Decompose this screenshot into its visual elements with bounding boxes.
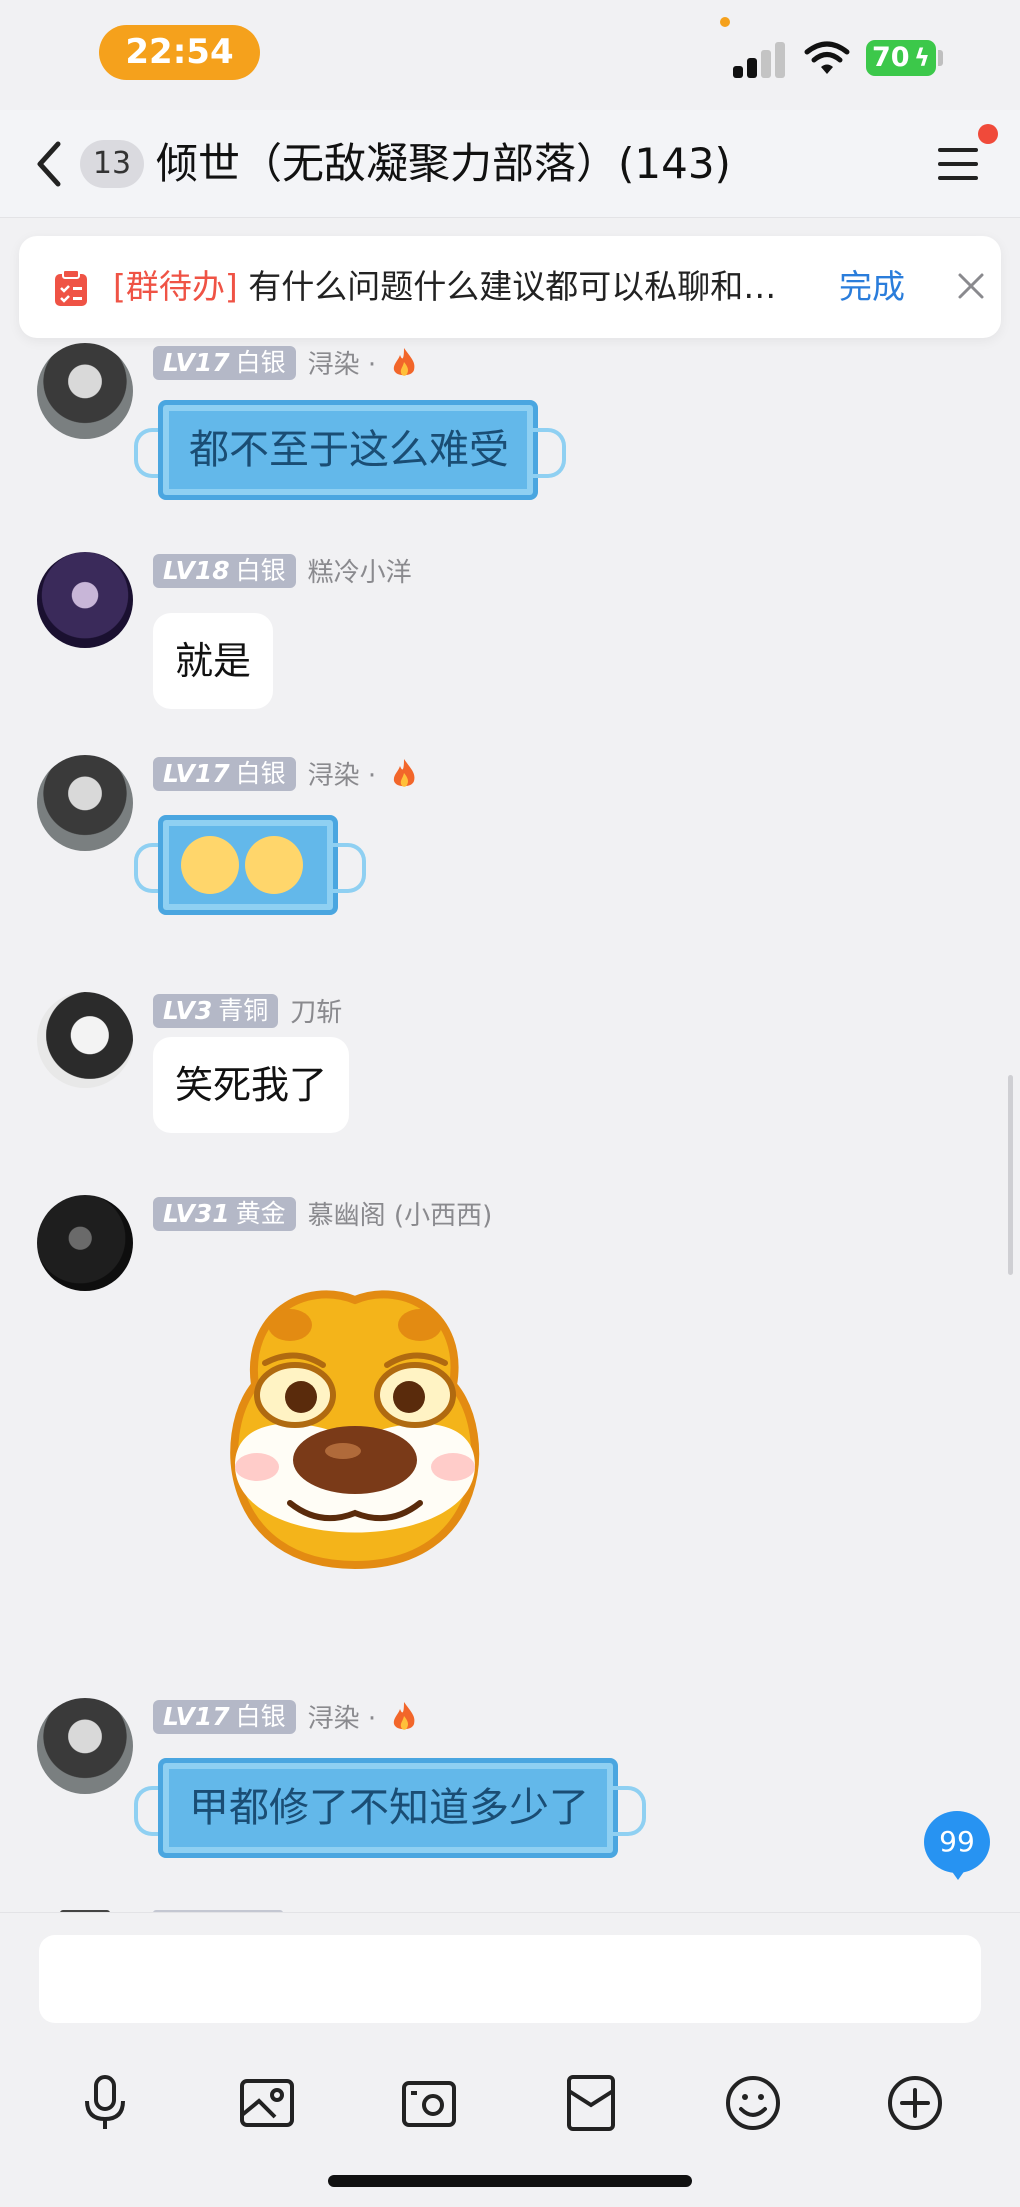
sender-name[interactable]: 浔染 · [308, 755, 377, 792]
home-indicator[interactable] [328, 2175, 692, 2187]
sender-name[interactable]: 刀斩 [290, 992, 342, 1029]
battery-icon: 70 ϟ [866, 40, 936, 76]
scrollbar[interactable] [1008, 1075, 1013, 1275]
new-messages-badge[interactable]: 99 [924, 1811, 990, 1873]
level-badge: LV3 青铜 [153, 993, 279, 1028]
mask-strap-right [530, 428, 566, 478]
message-list[interactable]: LV17 白银 浔染 · 都不至于这么难受 LV18 白银 糕冷小洋 就是 LV17 白银… [0, 340, 1020, 1912]
mask-strap-right [610, 1786, 646, 1836]
sender-name[interactable]: 浔染 · [308, 344, 377, 381]
message-meta: LV17 白银 浔染 · [153, 1698, 419, 1734]
level-badge: LV17 白银 [153, 1699, 296, 1734]
message-bubble-mask[interactable]: 都不至于这么难受 [134, 400, 566, 508]
red-packet-icon[interactable] [561, 2073, 621, 2133]
message-item: LV3 青铜 刀斩 笑死我了 [0, 992, 1020, 1172]
sender-name[interactable]: 慕幽阁 (小西西) [308, 1195, 493, 1232]
close-icon[interactable] [957, 272, 985, 300]
back-icon[interactable] [30, 138, 70, 190]
sender-name[interactable]: 浔染 · [308, 1698, 377, 1735]
camera-icon[interactable] [399, 2073, 459, 2133]
notice-tag: [群待办] [113, 267, 238, 306]
message-item: LV17 白银 浔染 · 都不至于这么难受 [0, 340, 1020, 520]
avatar[interactable] [37, 1698, 133, 1794]
message-item: LV31 黄金 慕幽阁 (小西西) [0, 1195, 1020, 1635]
cellular-signal-icon [733, 42, 788, 78]
privacy-indicator-dot [720, 17, 730, 27]
fire-icon [394, 758, 415, 787]
message-meta: LV3 青铜 刀斩 [153, 992, 342, 1028]
avatar[interactable] [37, 552, 133, 648]
notice-body: 有什么问题什么建议都可以私聊和… [248, 267, 777, 306]
avatar[interactable] [37, 992, 133, 1088]
mask-strap-right [330, 843, 366, 893]
level-badge: LV18 白银 [153, 553, 296, 588]
wifi-icon [804, 41, 850, 74]
message-input[interactable] [39, 1935, 981, 2023]
status-time: 22:54 [99, 25, 260, 80]
message-emoji-content [158, 815, 338, 915]
message-text[interactable]: 笑死我了 [153, 1037, 350, 1133]
group-todo-banner[interactable]: [群待办] 有什么问题什么建议都可以私聊和… 完成 [19, 236, 1001, 338]
emoji-icon[interactable] [723, 2073, 783, 2133]
message-text[interactable]: 就是 [153, 613, 274, 709]
level-badge: LV17 白银 [153, 756, 296, 791]
message-item: LV17 白银 浔染 · [0, 755, 1020, 935]
message-bubble-mask[interactable]: 甲都修了不知道多少了 [134, 1758, 646, 1866]
plus-icon[interactable] [885, 2073, 945, 2133]
todo-icon [55, 269, 87, 306]
composer-toolbar [0, 2073, 1020, 2153]
notice-text: [群待办] 有什么问题什么建议都可以私聊和… [113, 262, 813, 312]
message-text: 甲都修了不知道多少了 [158, 1758, 618, 1858]
avatar[interactable] [37, 343, 133, 439]
avatar[interactable] [37, 755, 133, 851]
composer [0, 1912, 1020, 2207]
message-text: 都不至于这么难受 [158, 400, 538, 500]
image-icon[interactable] [237, 2073, 297, 2133]
new-messages-badge-tail [948, 1866, 968, 1880]
message-meta: LV17 白银 浔染 · [153, 755, 419, 791]
sender-name[interactable]: 糕冷小洋 [308, 552, 412, 589]
chat-header: 13 倾世（无敌凝聚力部落）(143) [0, 110, 1020, 218]
message-bubble-mask[interactable] [134, 815, 366, 923]
level-badge: LV17 白银 [153, 345, 296, 380]
crying-emoji-icon [245, 836, 303, 894]
notice-done-button[interactable]: 完成 [839, 262, 905, 312]
dog-sticker-image[interactable] [195, 1265, 515, 1585]
battery-cap [938, 50, 943, 66]
message-meta: LV31 黄金 慕幽阁 (小西西) [153, 1195, 492, 1231]
message-item: LV18 白银 糕冷小洋 就是 [0, 552, 1020, 732]
status-bar: 22:54 70 ϟ [0, 0, 1020, 110]
message-item: LV17 白银 浔染 · 甲都修了不知道多少了 [0, 1698, 1020, 1878]
menu-icon[interactable] [938, 144, 978, 184]
unread-count-badge[interactable]: 13 [80, 140, 144, 188]
menu-notification-dot [978, 124, 998, 144]
message-meta: LV17 白银 浔染 · [153, 344, 419, 380]
battery-level: 70 [872, 42, 910, 73]
fire-icon [394, 347, 415, 376]
crying-emoji-icon [181, 836, 239, 894]
message-meta: LV18 白银 糕冷小洋 [153, 552, 412, 588]
fire-icon [394, 1701, 415, 1730]
level-badge: LV31 黄金 [153, 1196, 296, 1231]
microphone-icon[interactable] [75, 2073, 135, 2133]
charging-bolt-icon: ϟ [914, 44, 930, 72]
avatar[interactable] [37, 1195, 133, 1291]
group-title[interactable]: 倾世（无敌凝聚力部落）(143) [156, 134, 731, 194]
